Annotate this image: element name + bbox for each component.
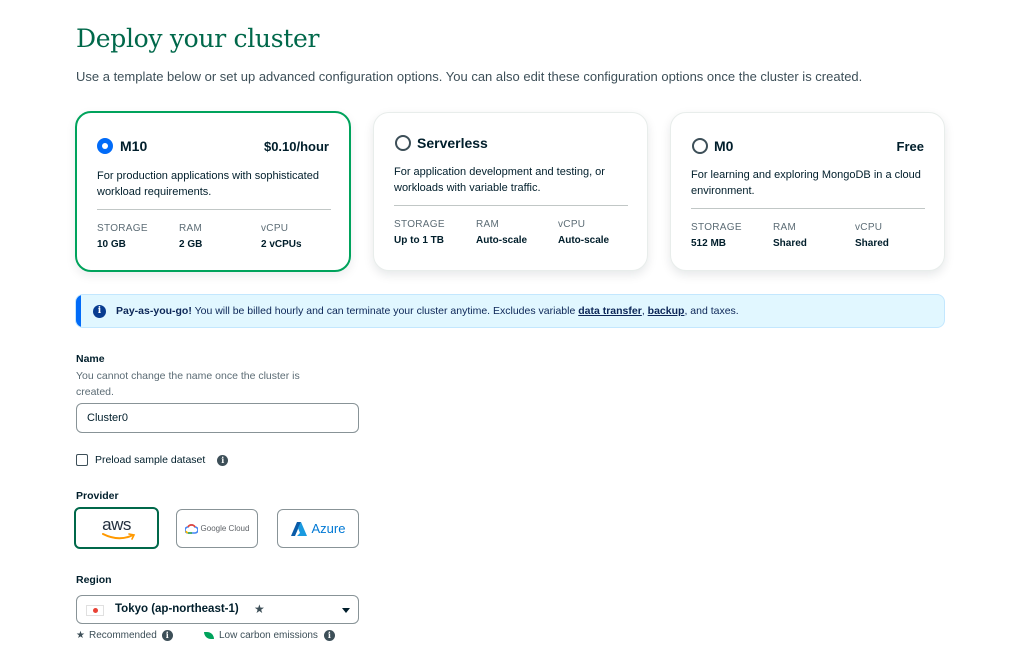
card-divider (691, 208, 925, 209)
spec-value: Auto-scale (558, 235, 610, 246)
radio-m0[interactable] (692, 138, 708, 154)
tier-price: $0.10/hour (263, 139, 329, 154)
backup-link[interactable]: backup (648, 305, 685, 317)
tier-name: M0 (714, 138, 734, 154)
spec-label: RAM (476, 219, 500, 230)
info-icon[interactable]: i (161, 630, 173, 641)
spec-value: 512 MB (691, 238, 727, 249)
banner-tail: , and taxes. (684, 305, 739, 317)
legend-low-carbon-label: Low carbon emissions (219, 630, 318, 641)
legend-recommended: ★ Recommended i (76, 630, 173, 641)
banner-lead: Pay-as-you-go! (116, 305, 192, 317)
aws-smile-icon (102, 533, 136, 540)
region-label: Region (76, 574, 112, 586)
spec-value: 2 GB (179, 239, 203, 250)
info-icon[interactable]: i (323, 630, 335, 641)
aws-logo: aws (102, 515, 131, 534)
google-cloud-icon (184, 523, 198, 534)
japan-flag-icon (86, 605, 104, 616)
tier-card-m0[interactable]: M0 Free For learning and exploring Mongo… (670, 112, 945, 271)
spec-value: Auto-scale (476, 235, 528, 246)
region-select[interactable]: Tokyo (ap-northeast-1) ★ (76, 595, 359, 624)
info-icon[interactable]: i (217, 454, 229, 466)
tier-specs: STORAGE 512 MB RAM Shared vCPU Shared (691, 222, 937, 249)
spec-value: Up to 1 TB (394, 235, 444, 246)
banner-text: Pay-as-you-go! You will be billed hourly… (116, 305, 739, 317)
cluster-name-input[interactable]: Cluster0 (76, 403, 359, 433)
tier-description: For production applications with sophist… (97, 170, 319, 198)
google-cloud-label: Google Cloud (200, 524, 250, 533)
info-icon: i (93, 305, 106, 318)
region-value: Tokyo (ap-northeast-1) (115, 603, 239, 615)
spec-value: 10 GB (97, 239, 126, 250)
page-subtitle: Use a template below or set up advanced … (76, 69, 863, 84)
chevron-down-icon (342, 608, 350, 613)
tier-name: Serverless (417, 135, 488, 151)
banner-stripe (76, 295, 81, 327)
spec-label: STORAGE (97, 223, 148, 234)
radio-m10[interactable] (97, 138, 113, 154)
spec-value: 2 vCPUs (261, 239, 302, 250)
name-label: Name (76, 353, 105, 365)
name-hint: You cannot change the name once the clus… (76, 370, 300, 398)
spec-value: Shared (773, 238, 807, 249)
tier-card-m10[interactable]: M10 $0.10/hour For production applicatio… (75, 111, 351, 272)
spec-label: vCPU (261, 223, 289, 234)
preload-row: Preload sample dataset i (76, 454, 229, 466)
azure-icon (290, 521, 307, 536)
card-divider (394, 205, 628, 206)
spec-label: RAM (179, 223, 203, 234)
legend-low-carbon: Low carbon emissions i (204, 630, 335, 641)
spec-value: Shared (855, 238, 889, 249)
tier-card-serverless[interactable]: Serverless For application development a… (373, 112, 648, 271)
provider-label: Provider (76, 490, 119, 502)
tier-price: Free (896, 139, 924, 154)
page-title: Deploy your cluster (76, 24, 320, 53)
star-icon: ★ (76, 630, 85, 641)
provider-aws[interactable]: aws (74, 507, 159, 549)
tier-name: M10 (120, 138, 148, 154)
tier-description: For learning and exploring MongoDB in a … (691, 169, 921, 197)
legend-recommended-label: Recommended (88, 630, 157, 641)
provider-google-cloud[interactable]: Google Cloud (176, 509, 258, 548)
billing-banner: i Pay-as-you-go! You will be billed hour… (75, 294, 945, 328)
tier-specs: STORAGE 10 GB RAM 2 GB vCPU 2 vCPUs (97, 223, 343, 250)
data-transfer-link[interactable]: data transfer (578, 305, 642, 317)
spec-label: STORAGE (394, 219, 445, 230)
tier-specs: STORAGE Up to 1 TB RAM Auto-scale vCPU Auto… (394, 219, 640, 246)
preload-label[interactable]: Preload sample dataset (95, 454, 205, 466)
radio-serverless[interactable] (395, 135, 411, 151)
leaf-icon (204, 632, 214, 639)
star-icon: ★ (254, 602, 265, 616)
azure-label: Azure (311, 521, 346, 536)
spec-label: RAM (773, 222, 797, 233)
tier-description: For application development and testing,… (394, 166, 605, 194)
provider-azure[interactable]: Azure (277, 509, 359, 548)
banner-body: You will be billed hourly and can termin… (191, 305, 579, 317)
spec-label: STORAGE (691, 222, 742, 233)
card-divider (97, 209, 331, 210)
spec-label: vCPU (855, 222, 883, 233)
preload-checkbox[interactable] (76, 454, 88, 466)
spec-label: vCPU (558, 219, 586, 230)
